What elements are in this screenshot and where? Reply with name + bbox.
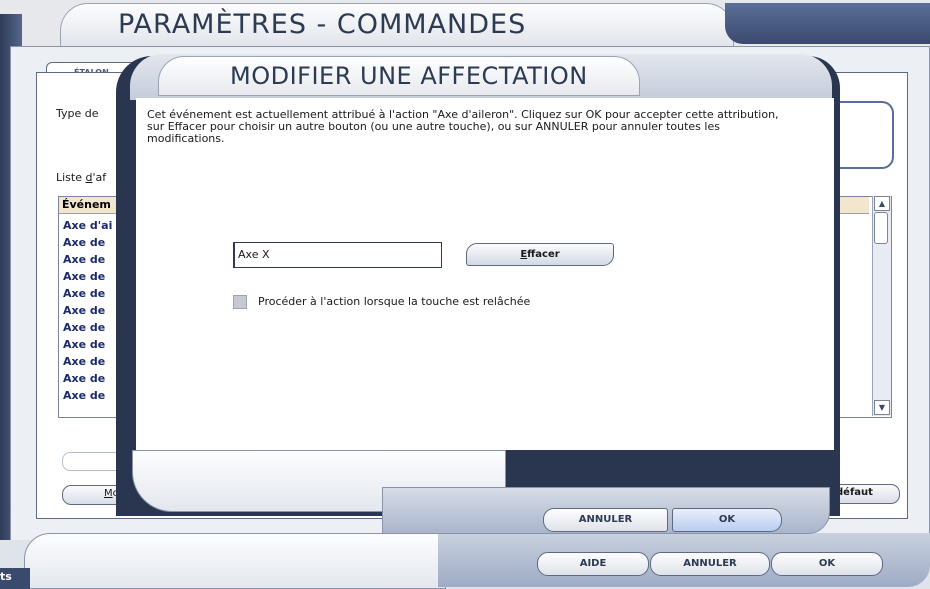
list-item[interactable]: Axe de [63, 287, 112, 304]
annuler-main-button[interactable]: ANNULER [650, 552, 770, 576]
defaut-button-label: défaut [836, 487, 873, 498]
scroll-down-button[interactable]: ▼ [874, 400, 890, 415]
list-item[interactable]: Axe de [63, 321, 112, 338]
liste-label-suffix: 'af [92, 171, 107, 184]
bottom-left-panel [24, 533, 446, 589]
ok-main-button[interactable]: OK [771, 552, 883, 576]
dialog-message: Cet événement est actuellement attribué … [147, 108, 779, 145]
list-items: Axe d'ai Axe de Axe de Axe de Axe de Axe… [63, 219, 112, 406]
list-item[interactable]: Axe d'ai [63, 219, 112, 236]
list-item[interactable]: Axe de [63, 355, 112, 372]
scroll-up-button[interactable]: ▲ [874, 196, 890, 211]
list-item[interactable]: Axe de [63, 338, 112, 355]
list-item[interactable]: Axe de [63, 304, 112, 321]
release-checkbox-label: Procéder à l'action lorsque la touche es… [258, 295, 531, 308]
dialog-title: MODIFIER UNE AFFECTATION [230, 62, 588, 90]
bottom-left-label: ts [0, 570, 12, 583]
main-header-decoration [725, 3, 930, 44]
type-label: Type de [56, 107, 99, 120]
dialog-body [136, 98, 834, 450]
list-item[interactable]: Axe de [63, 372, 112, 389]
list-item[interactable]: Axe de [63, 253, 112, 270]
liste-label: Liste d'af [56, 171, 106, 184]
scroll-thumb[interactable] [874, 212, 888, 244]
modifier-hotkey: M [104, 488, 113, 499]
ok-dialog-button[interactable]: OK [672, 508, 782, 532]
list-item[interactable]: Axe de [63, 270, 112, 287]
effacer-rest: ffacer [527, 249, 560, 260]
list-item[interactable]: Axe de [63, 389, 112, 406]
effacer-button[interactable]: Effacer [466, 243, 614, 266]
assignment-input-value: Axe X [238, 248, 270, 261]
main-window-title: PARAMÈTRES - COMMANDES [118, 9, 527, 40]
annuler-dialog-button[interactable]: ANNULER [543, 508, 668, 532]
release-checkbox[interactable] [233, 295, 247, 309]
list-item[interactable]: Axe de [63, 236, 112, 253]
liste-label-prefix: Liste [56, 171, 86, 184]
aide-button[interactable]: AIDE [537, 552, 649, 576]
list-header-label: Événem [62, 198, 111, 211]
